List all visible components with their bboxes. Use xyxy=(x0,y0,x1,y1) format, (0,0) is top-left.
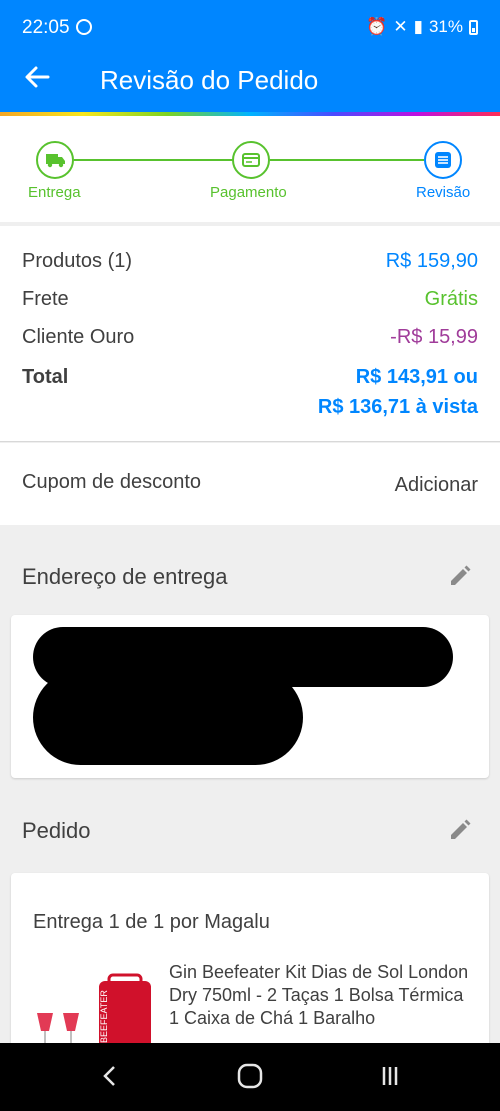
step-label-revisao: Revisão xyxy=(416,184,471,201)
nav-recents-icon xyxy=(382,1067,398,1085)
step-label-pagamento: Pagamento xyxy=(210,184,287,201)
step-revisao[interactable] xyxy=(424,141,462,179)
step-pagamento[interactable] xyxy=(232,141,270,179)
coupon-row[interactable]: Cupom de desconto Adicionar xyxy=(0,443,500,525)
nav-back-button[interactable] xyxy=(90,1061,130,1093)
client-ouro-value: -R$ 15,99 xyxy=(390,326,478,348)
alarm-icon: ⏰ xyxy=(366,17,388,36)
arrow-left-icon xyxy=(25,66,50,88)
step-label-entrega: Entrega xyxy=(28,184,81,201)
product-image-label: BEEFEATER xyxy=(99,990,109,1043)
card-icon xyxy=(242,153,260,167)
battery-icon xyxy=(469,19,478,35)
delivery-title: Entrega 1 de 1 por Magalu xyxy=(33,911,270,933)
battery-percent: 31% xyxy=(428,17,463,36)
nav-home-button[interactable] xyxy=(230,1061,270,1093)
shipping-label: Frete xyxy=(22,288,69,310)
back-button[interactable] xyxy=(22,62,58,98)
pencil-icon xyxy=(451,565,471,585)
nav-recents-button[interactable] xyxy=(370,1061,410,1093)
app-bar: 22:05 ⏰ ✕ ▮ 31% Revisão do Pedido xyxy=(0,0,500,116)
signal-icon: ▮ xyxy=(413,17,423,36)
total-cash-value: R$ 136,71 à vista xyxy=(317,396,478,418)
product-image[interactable]: BEEFEATER xyxy=(29,973,159,1053)
nav-home-icon xyxy=(237,1063,263,1089)
order-summary: Produtos (1) R$ 159,90 Frete Grátis Clie… xyxy=(0,226,500,442)
edit-order-button[interactable] xyxy=(448,816,474,842)
step-connector xyxy=(74,159,234,161)
checkout-steps: Entrega Pagamento Revisão xyxy=(0,116,500,222)
products-value: R$ 159,90 xyxy=(385,250,478,272)
status-icons: ⏰ ✕ ▮ 31% xyxy=(366,17,478,37)
coupon-label: Cupom de desconto xyxy=(22,471,202,493)
edit-address-button[interactable] xyxy=(448,562,474,588)
address-title: Endereço de entrega xyxy=(22,564,228,589)
order-title: Pedido xyxy=(22,818,91,843)
pencil-icon xyxy=(451,819,471,839)
address-card[interactable] xyxy=(11,615,489,778)
product-image-art: BEEFEATER xyxy=(37,973,151,1053)
list-icon xyxy=(435,152,451,168)
redacted-address xyxy=(33,670,303,765)
products-label: Produtos (1) xyxy=(22,250,133,272)
total-label: Total xyxy=(22,366,69,388)
step-entrega[interactable] xyxy=(36,141,74,179)
mute-icon: ✕ xyxy=(393,17,408,36)
total-value: R$ 143,91 ou xyxy=(355,366,478,388)
shipping-value: Grátis xyxy=(424,288,478,310)
add-coupon-button[interactable]: Adicionar xyxy=(395,474,478,497)
truck-icon xyxy=(46,154,65,168)
page-title: Revisão do Pedido xyxy=(100,65,319,95)
whatsapp-icon xyxy=(76,19,92,35)
nav-back-icon xyxy=(103,1066,115,1086)
client-ouro-label: Cliente Ouro xyxy=(22,326,135,348)
system-nav-bar xyxy=(0,1043,500,1111)
status-bar: 22:05 ⏰ ✕ ▮ 31% xyxy=(0,0,500,52)
step-connector xyxy=(270,159,424,161)
product-name[interactable]: Gin Beefeater Kit Dias de Sol London Dry… xyxy=(169,961,469,1030)
status-time: 22:05 xyxy=(22,17,70,38)
